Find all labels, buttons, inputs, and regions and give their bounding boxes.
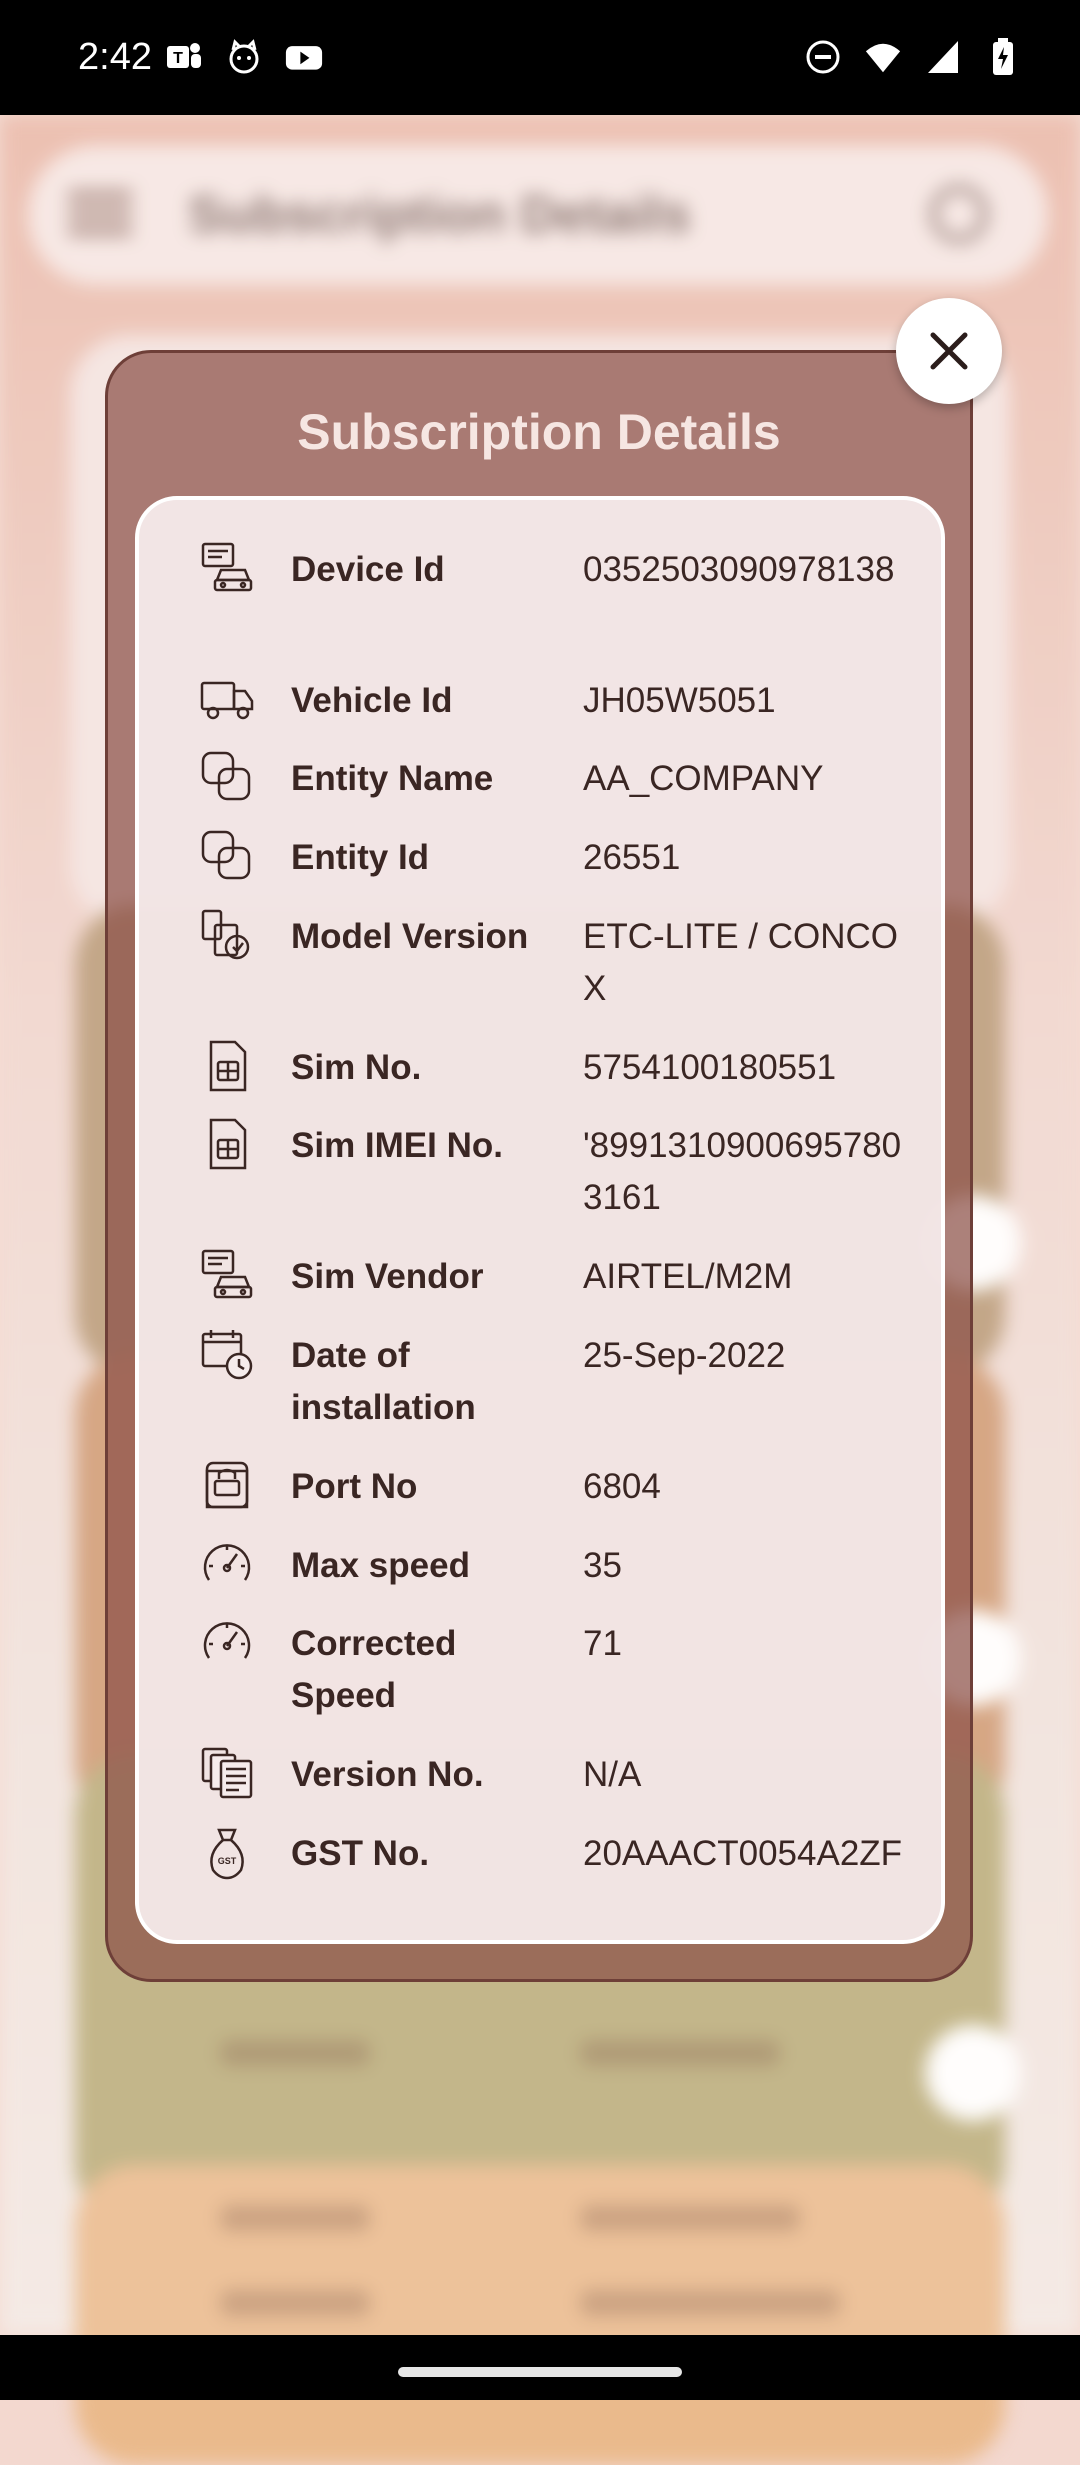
detail-label: GST No.: [291, 1834, 430, 1873]
detail-label: Date of installation: [291, 1336, 476, 1427]
detail-row-device-id: Device Id 0352503090978138: [139, 540, 941, 620]
detail-row-entity-id: Entity Id 26551: [139, 828, 941, 908]
speedometer-icon: [199, 1614, 255, 1670]
port-bag-icon: [199, 1457, 255, 1513]
do-not-disturb-icon: [804, 38, 842, 76]
detail-value: 71: [583, 1624, 622, 1663]
close-icon: [930, 332, 968, 370]
wifi-icon: [864, 38, 902, 76]
documents-stack-icon: [199, 1745, 255, 1801]
home-gesture-handle[interactable]: [398, 2367, 682, 2377]
detail-label: Device Id: [291, 550, 445, 589]
device-car-icon: [199, 1247, 255, 1303]
detail-row-entity-name: Entity Name AA_COMPANY: [139, 749, 941, 829]
youtube-icon: [285, 38, 323, 76]
detail-row-max-speed: Max speed 35: [139, 1536, 941, 1616]
detail-value: '89913109006957803161: [583, 1126, 902, 1217]
svg-text:GST: GST: [218, 1856, 237, 1866]
detail-row-corrected-speed: Corrected Speed 71: [139, 1614, 941, 1715]
cat-face-icon: [225, 38, 263, 76]
detail-row-model-version: Model Version ETC-LITE / CONCOX: [139, 907, 941, 1008]
detail-value: 25-Sep-2022: [583, 1336, 786, 1375]
detail-label: Sim IMEI No.: [291, 1126, 503, 1165]
model-docs-icon: [199, 907, 255, 963]
detail-value: JH05W5051: [583, 681, 776, 720]
status-bar: 2:42 T: [0, 0, 1080, 115]
detail-value: 20AAACT0054A2ZF: [583, 1834, 903, 1873]
detail-value: ETC-LITE / CONCOX: [583, 917, 899, 1008]
navigation-bar: [0, 2335, 1080, 2400]
detail-value: AIRTEL/M2M: [583, 1257, 793, 1296]
details-card: Device Id 0352503090978138 Vehicle Id JH…: [135, 496, 945, 1944]
entity-squares-icon: [199, 828, 255, 884]
detail-label: Port No: [291, 1467, 418, 1506]
detail-label: Sim Vendor: [291, 1257, 484, 1296]
detail-label: Entity Id: [291, 838, 430, 877]
truck-icon: [199, 671, 255, 727]
detail-value: 5754100180551: [583, 1048, 837, 1087]
sim-card-icon: [199, 1038, 255, 1094]
status-time: 2:42: [78, 36, 152, 78]
modal-title: Subscription Details: [297, 404, 781, 460]
detail-value: N/A: [583, 1755, 642, 1794]
speedometer-icon: [199, 1536, 255, 1592]
teams-icon: T: [165, 38, 203, 76]
device-car-icon: [199, 540, 255, 596]
detail-row-version-no: Version No. N/A: [139, 1745, 941, 1825]
detail-row-date-of-installation: Date of installation 25-Sep-2022: [139, 1326, 941, 1427]
detail-row-sim-imei: Sim IMEI No. '89913109006957803161: [139, 1116, 941, 1217]
detail-label: Max speed: [291, 1546, 470, 1585]
detail-row-port-no: Port No 6804: [139, 1457, 941, 1537]
detail-label: Version No.: [291, 1755, 484, 1794]
detail-value: 0352503090978138: [583, 550, 895, 589]
detail-label: Model Version: [291, 917, 529, 956]
gst-bag-icon: GST: [199, 1824, 255, 1880]
detail-label: Corrected Speed: [291, 1624, 457, 1715]
signal-icon: [924, 38, 962, 76]
svg-text:T: T: [173, 50, 183, 67]
detail-value: AA_COMPANY: [583, 759, 824, 798]
entity-squares-icon: [199, 749, 255, 805]
battery-charging-icon: [984, 38, 1022, 76]
detail-value: 35: [583, 1546, 622, 1585]
detail-label: Vehicle Id: [291, 681, 453, 720]
calendar-clock-icon: [199, 1326, 255, 1382]
detail-value: 6804: [583, 1467, 661, 1506]
sim-card-icon: [199, 1116, 255, 1172]
detail-row-sim-vendor: Sim Vendor AIRTEL/M2M: [139, 1247, 941, 1327]
detail-label: Sim No.: [291, 1048, 422, 1087]
detail-row-vehicle-id: Vehicle Id JH05W5051: [139, 671, 941, 751]
detail-row-gst-no: GST GST No. 20AAACT0054A2ZF: [139, 1824, 941, 1904]
detail-row-sim-no: Sim No. 5754100180551: [139, 1038, 941, 1118]
detail-value: 26551: [583, 838, 681, 877]
close-button[interactable]: [896, 298, 1002, 404]
detail-label: Entity Name: [291, 759, 494, 798]
